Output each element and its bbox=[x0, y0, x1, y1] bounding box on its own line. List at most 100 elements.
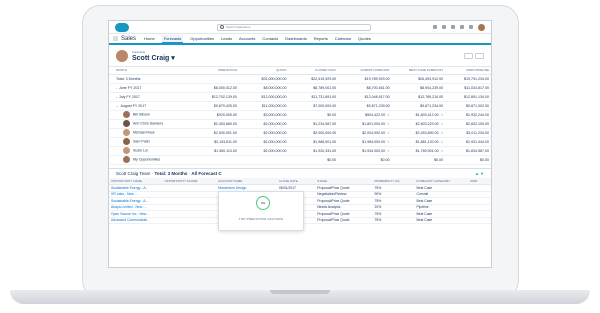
row-label: Michael Rose bbox=[109, 128, 190, 138]
row-label: My Opportunities bbox=[109, 155, 190, 165]
row-label: › July FY 2017 bbox=[109, 92, 190, 102]
header-actions bbox=[464, 52, 484, 59]
avatar bbox=[123, 111, 130, 118]
nav-home[interactable]: Home bbox=[144, 36, 155, 41]
opportunity-header-row: Opportunity Name Opportunity Score Accou… bbox=[109, 177, 491, 185]
opportunity-link[interactable]: Advanced Communicati... bbox=[109, 217, 163, 224]
settings-button[interactable] bbox=[464, 52, 473, 59]
predictive-factors-label: TOP PREDICTIVE FACTORS bbox=[238, 217, 284, 221]
col-stage[interactable]: Stage bbox=[315, 177, 373, 185]
avatar bbox=[123, 129, 130, 136]
col-open-pipeline[interactable]: Open Pipeline bbox=[445, 67, 491, 75]
col-forecast-category[interactable]: Forecast Category bbox=[414, 177, 469, 185]
edit-icon[interactable]: ✎ bbox=[387, 131, 390, 135]
forecast-row[interactable]: My Opportunities $0.00 $0.00 $0.00 $0.00 bbox=[109, 155, 491, 165]
edit-icon[interactable]: ✎ bbox=[387, 149, 390, 153]
refresh-button[interactable] bbox=[475, 52, 484, 59]
bell-icon[interactable] bbox=[469, 25, 473, 29]
nav-dashboards[interactable]: Dashboards bbox=[285, 36, 307, 41]
search-placeholder: Search Salesforce bbox=[226, 25, 251, 29]
page-header: Forecasts Scott Craig ▾ bbox=[109, 45, 491, 67]
edit-icon[interactable]: ✎ bbox=[441, 131, 444, 135]
nav-calendar[interactable]: Calendar bbox=[335, 36, 351, 41]
period-title: Total: 3 Months bbox=[154, 170, 188, 176]
forecast-row[interactable]: Ann Chris Sanders $2,453,880.00 $2,000,00… bbox=[109, 119, 491, 129]
avatar bbox=[123, 120, 130, 127]
col-owner[interactable]: Own bbox=[468, 177, 491, 185]
gear-icon[interactable] bbox=[460, 25, 464, 29]
user-avatar[interactable] bbox=[478, 23, 485, 31]
forecast-table: Month Prediction Quota Closed Only Commi… bbox=[109, 67, 491, 165]
edit-icon[interactable]: ✎ bbox=[387, 140, 390, 144]
add-icon[interactable] bbox=[442, 25, 446, 29]
predictive-factors-popover: 9% TOP PREDICTIVE FACTORS bbox=[218, 191, 304, 231]
edit-icon[interactable]: ✎ bbox=[441, 149, 444, 153]
page-title[interactable]: Scott Craig ▾ bbox=[132, 54, 175, 62]
nav-accounts[interactable]: Accounts bbox=[239, 36, 255, 41]
col-closed-only[interactable]: Closed Only bbox=[288, 67, 339, 75]
star-icon[interactable] bbox=[433, 25, 437, 29]
nav-leads[interactable]: Leads bbox=[221, 36, 232, 41]
app-name: Sales bbox=[121, 35, 137, 42]
col-opportunity-name[interactable]: Opportunity Name bbox=[109, 177, 163, 185]
filter-title[interactable]: All Forecast C bbox=[191, 171, 221, 176]
row-label: Susie Liu bbox=[109, 146, 190, 156]
row-label: Bill Gibson bbox=[109, 110, 190, 120]
chevron-right-icon[interactable]: › bbox=[116, 86, 117, 90]
edit-icon[interactable]: ✎ bbox=[441, 140, 444, 144]
global-header: Search Salesforce bbox=[109, 21, 491, 34]
nav-forecasts[interactable]: Forecasts bbox=[161, 35, 184, 44]
salesforce-logo[interactable] bbox=[115, 22, 129, 32]
opportunity-list-header: Scott Craig Team · Total: 3 Months · All… bbox=[109, 167, 491, 178]
search-icon bbox=[220, 25, 224, 29]
sort-arrows-icon[interactable]: ▲ ▼ bbox=[475, 171, 484, 176]
edit-icon[interactable]: ✎ bbox=[387, 122, 390, 126]
row-label: › June FY 2017 bbox=[109, 83, 190, 93]
edit-icon[interactable]: ✎ bbox=[387, 113, 390, 117]
forecast-row[interactable]: Bill Gibson $920,000.00 $3,000,000.00 $0.0… bbox=[109, 110, 491, 120]
row-label: Ann Chris Sanders bbox=[109, 119, 190, 129]
col-probability[interactable]: Probability (%) bbox=[372, 177, 415, 185]
chevron-down-icon: ▾ bbox=[171, 54, 175, 62]
nav-reports[interactable]: Reports bbox=[314, 36, 328, 41]
chevron-down-icon[interactable]: ⌄ bbox=[116, 104, 119, 108]
forecast-row[interactable]: Total: 3 Months $31,000,000.00 $22,419,92… bbox=[109, 74, 491, 84]
forecast-row[interactable]: › June FY 2017 $8,000,412.00 $8,000,000.00… bbox=[109, 83, 491, 93]
col-prediction[interactable]: Prediction bbox=[189, 67, 239, 75]
row-label: ⌄ August FY 2017 bbox=[109, 101, 190, 111]
row-label: Total: 3 Months bbox=[109, 74, 190, 84]
owner-avatar bbox=[116, 49, 128, 62]
forecast-row[interactable]: › July FY 2017 $12,702,139.00 $12,000,000.… bbox=[109, 92, 491, 102]
row-label: Sam Patel bbox=[109, 137, 190, 147]
forecast-row[interactable]: Susie Liu $1,960,110.00 $2,000,000.00 $1,9… bbox=[109, 146, 491, 156]
avatar bbox=[123, 138, 130, 145]
col-commit-forecast[interactable]: Commit Forecast bbox=[338, 67, 392, 75]
score-value: 9% bbox=[260, 201, 266, 205]
app-launcher-icon[interactable] bbox=[113, 36, 118, 41]
header-utilities bbox=[433, 23, 485, 31]
avatar bbox=[123, 147, 130, 154]
col-opportunity-score[interactable]: Opportunity Score bbox=[162, 177, 216, 185]
nav-contacts[interactable]: Contacts bbox=[262, 36, 278, 41]
forecast-row[interactable]: Michael Rose $2,530,001.00 $2,000,000.00 $… bbox=[109, 128, 491, 138]
col-quota[interactable]: Quota bbox=[238, 67, 289, 75]
col-close-date[interactable]: Close Date bbox=[277, 177, 316, 185]
forecast-row[interactable]: Sam Patel $2,193,811.00 $2,000,000.00 $1,9… bbox=[109, 137, 491, 147]
score-ring: 9% bbox=[256, 196, 270, 210]
col-best-case-forecast[interactable]: Best Case Forecast bbox=[391, 67, 446, 75]
forecast-row[interactable]: ⌄ August FY 2017 $9,879,425.00 $11,000,000… bbox=[109, 101, 491, 111]
search-input[interactable]: Search Salesforce bbox=[217, 23, 371, 31]
col-account-name[interactable]: Account Name bbox=[215, 177, 278, 185]
team-title: Scott Craig Team bbox=[116, 170, 151, 176]
help-icon[interactable] bbox=[451, 25, 455, 29]
forecast-header-row: Month Prediction Quota Closed Only Commi… bbox=[109, 67, 491, 75]
avatar bbox=[123, 156, 130, 163]
nav-opportunities[interactable]: Opportunities bbox=[190, 36, 214, 41]
col-month[interactable]: Month bbox=[109, 67, 190, 75]
edit-icon[interactable]: ✎ bbox=[441, 122, 444, 126]
nav-quotes[interactable]: Quotes bbox=[358, 36, 371, 41]
nav-bar: Sales Home Forecasts Opportunities Leads… bbox=[109, 34, 491, 45]
chevron-right-icon[interactable]: › bbox=[116, 95, 117, 99]
edit-icon[interactable]: ✎ bbox=[441, 113, 444, 117]
laptop-notch bbox=[270, 290, 330, 294]
